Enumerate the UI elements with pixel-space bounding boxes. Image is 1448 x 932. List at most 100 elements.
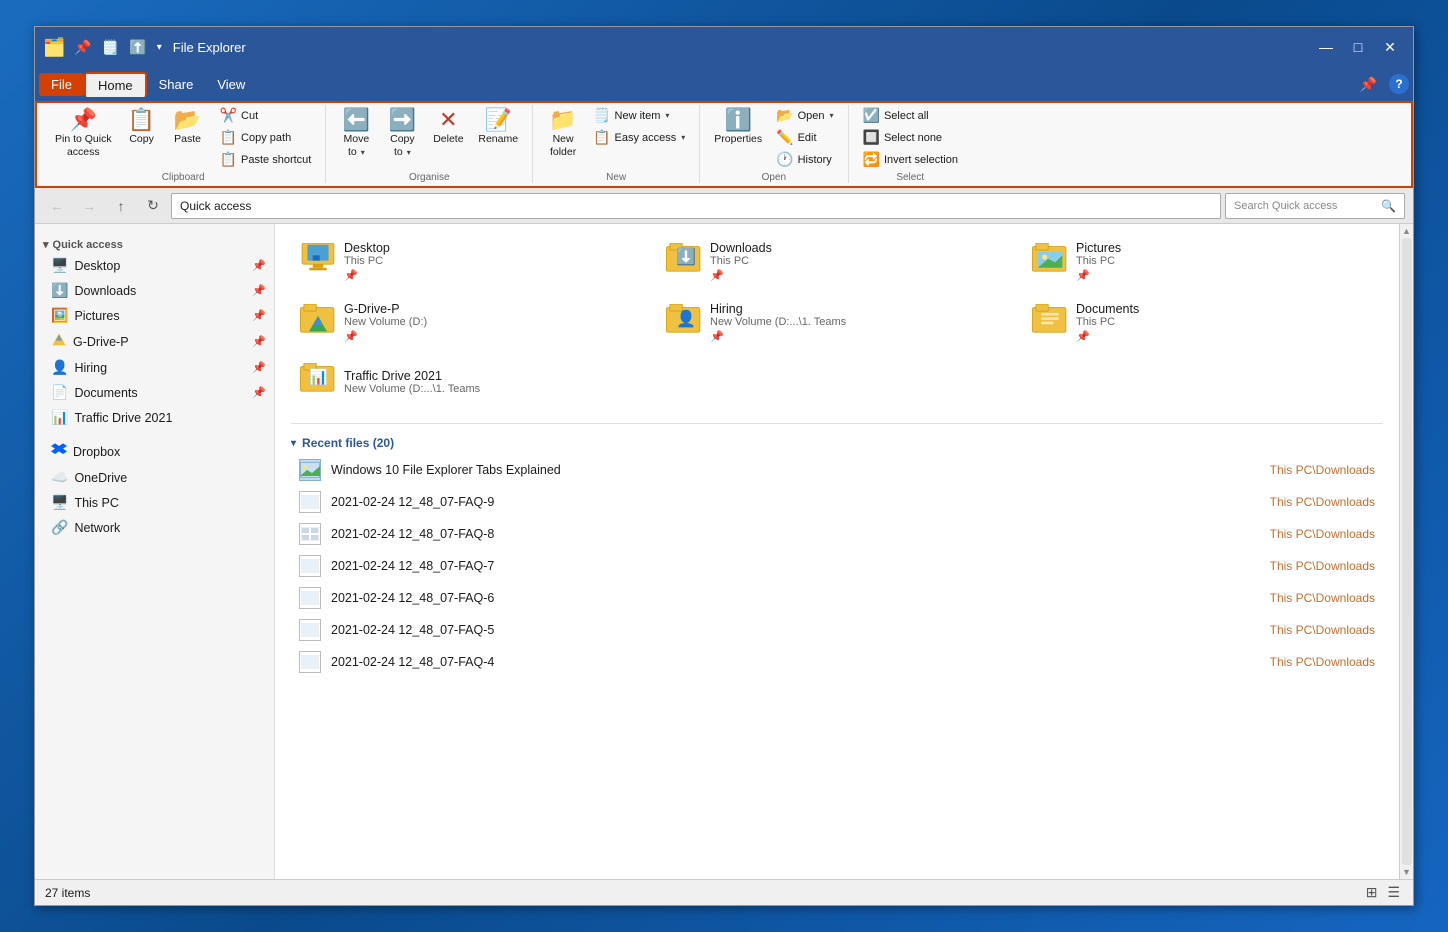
quick-access-header[interactable]: ▾ Quick access: [35, 230, 274, 253]
scrollbar[interactable]: ▲ ▼: [1399, 224, 1413, 879]
pinned-item-traffic-drive[interactable]: 📊 Traffic Drive 2021 New Volume (D:...\1…: [291, 356, 651, 407]
sidebar-item-thispc[interactable]: 🖥️ This PC: [35, 490, 274, 515]
pinned-item-gdrive[interactable]: G-Drive-P New Volume (D:) 📌: [291, 295, 651, 350]
pinned-downloads-name: Downloads: [710, 241, 1008, 255]
qat-pin-button[interactable]: 📌: [71, 37, 94, 58]
sidebar-item-gdrive[interactable]: G-Drive-P 📌: [35, 328, 274, 355]
pin-ribbon-button[interactable]: 📌: [1354, 73, 1383, 96]
cut-icon: ✂️: [220, 107, 237, 124]
paste-shortcut-button[interactable]: 📋 Paste shortcut: [214, 149, 318, 170]
address-bar[interactable]: Quick access: [171, 193, 1221, 219]
ribbon-new-section: 📁 Newfolder 🗒️ New item ▾ 📋 Easy access …: [533, 105, 700, 183]
pinned-desktop-info: Desktop This PC 📌: [344, 241, 642, 282]
menu-view[interactable]: View: [205, 73, 257, 96]
scroll-up-button[interactable]: ▲: [1402, 226, 1411, 236]
search-bar[interactable]: Search Quick access 🔍: [1225, 193, 1405, 219]
pinned-item-hiring[interactable]: 👤 Hiring New Volume (D:...\1. Teams 📌: [657, 295, 1017, 350]
invert-selection-button[interactable]: 🔁 Invert selection: [857, 149, 964, 170]
pinned-documents-path: This PC: [1076, 316, 1374, 328]
gdrive-icon: [51, 332, 67, 351]
quick-access-chevron: ▾: [43, 238, 49, 251]
copy-to-button[interactable]: ➡️ Copyto ▾: [380, 105, 424, 162]
pinned-downloads-icon: ⬇️: [666, 243, 702, 280]
select-none-button[interactable]: 🔲 Select none: [857, 127, 964, 148]
delete-button[interactable]: ✕ Delete: [426, 105, 470, 150]
menu-home[interactable]: Home: [84, 72, 147, 97]
pinned-item-desktop[interactable]: Desktop This PC 📌: [291, 234, 651, 289]
pinned-item-downloads[interactable]: ⬇️ Downloads This PC 📌: [657, 234, 1017, 289]
scroll-down-button[interactable]: ▼: [1402, 867, 1411, 877]
pinned-desktop-icon: [300, 243, 336, 280]
paste-button[interactable]: 📂 Paste: [166, 105, 210, 150]
pinned-pictures-name: Pictures: [1076, 241, 1374, 255]
pinned-pictures-pin: 📌: [1076, 269, 1374, 282]
sidebar-item-downloads[interactable]: ⬇️ Downloads 📌: [35, 278, 274, 303]
select-all-label: Select all: [884, 110, 929, 122]
recent-item-6[interactable]: 2021-02-24 12_48_07-FAQ-4 This PC\Downlo…: [291, 646, 1383, 678]
recent-item-1[interactable]: 2021-02-24 12_48_07-FAQ-9 This PC\Downlo…: [291, 486, 1383, 518]
pinned-item-documents[interactable]: Documents This PC 📌: [1023, 295, 1383, 350]
pinned-desktop-pin: 📌: [344, 269, 642, 282]
grid-view-button[interactable]: ⊞: [1363, 883, 1381, 902]
recent-item-2[interactable]: 2021-02-24 12_48_07-FAQ-8 This PC\Downlo…: [291, 518, 1383, 550]
easy-access-button[interactable]: 📋 Easy access ▾: [587, 127, 691, 148]
sidebar-item-pictures[interactable]: 🖼️ Pictures 📌: [35, 303, 274, 328]
pinned-gdrive-icon: [300, 304, 336, 341]
sidebar-item-hiring[interactable]: 👤 Hiring 📌: [35, 355, 274, 380]
maximize-button[interactable]: □: [1343, 33, 1373, 61]
up-button[interactable]: ↑: [107, 192, 135, 220]
sidebar-item-documents[interactable]: 📄 Documents 📌: [35, 380, 274, 405]
new-item-button[interactable]: 🗒️ New item ▾: [587, 105, 691, 126]
details-view-button[interactable]: ☰: [1384, 883, 1403, 902]
pinned-pictures-info: Pictures This PC 📌: [1076, 241, 1374, 282]
recent-item-4[interactable]: 2021-02-24 12_48_07-FAQ-6 This PC\Downlo…: [291, 582, 1383, 614]
pinned-item-pictures[interactable]: Pictures This PC 📌: [1023, 234, 1383, 289]
back-button[interactable]: ←: [43, 192, 71, 220]
ribbon-select-section: ☑️ Select all 🔲 Select none 🔁 Invert sel…: [849, 105, 972, 183]
cut-button[interactable]: ✂️ Cut: [214, 105, 318, 126]
select-all-icon: ☑️: [863, 107, 880, 124]
recent-files-header[interactable]: ▾ Recent files (20): [291, 432, 1383, 454]
new-folder-button[interactable]: 📁 Newfolder: [541, 105, 585, 162]
qat-undo-button[interactable]: 🗒️: [99, 37, 122, 58]
sidebar-item-network[interactable]: 🔗 Network: [35, 515, 274, 540]
rename-button[interactable]: 📝 Rename: [472, 105, 524, 150]
minimize-button[interactable]: —: [1311, 33, 1341, 61]
properties-button[interactable]: ℹ️ Properties: [708, 105, 768, 150]
copy-path-button[interactable]: 📋 Copy path: [214, 127, 318, 148]
recent-item-0[interactable]: Windows 10 File Explorer Tabs Explained …: [291, 454, 1383, 486]
recent-name-5: 2021-02-24 12_48_07-FAQ-5: [331, 623, 1260, 637]
recent-item-3[interactable]: 2021-02-24 12_48_07-FAQ-7 This PC\Downlo…: [291, 550, 1383, 582]
new-small-buttons: 🗒️ New item ▾ 📋 Easy access ▾: [587, 105, 691, 148]
history-button[interactable]: 🕐 History: [770, 149, 839, 170]
menu-share[interactable]: Share: [147, 73, 206, 96]
history-icon: 🕐: [776, 151, 793, 168]
sidebar-item-onedrive[interactable]: ☁️ OneDrive: [35, 465, 274, 490]
copy-button[interactable]: 📋 Copy: [120, 105, 164, 150]
sidebar-item-desktop[interactable]: 🖥️ Desktop 📌: [35, 253, 274, 278]
pin-to-quick-access-button[interactable]: 📌 Pin to Quickaccess: [49, 105, 118, 162]
item-count: 27 items: [45, 886, 90, 900]
help-button[interactable]: ?: [1389, 74, 1409, 94]
sidebar-item-traffic-drive[interactable]: 📊 Traffic Drive 2021: [35, 405, 274, 430]
titlebar: 🗂️ 📌 🗒️ ⬆️ ▾ File Explorer — □ ✕: [35, 27, 1413, 67]
edit-button[interactable]: ✏️ Edit: [770, 127, 839, 148]
open-button[interactable]: 📂 Open ▾: [770, 105, 839, 126]
recent-item-5[interactable]: 2021-02-24 12_48_07-FAQ-5 This PC\Downlo…: [291, 614, 1383, 646]
qat-dropdown-button[interactable]: ▾: [154, 40, 165, 55]
select-all-button[interactable]: ☑️ Select all: [857, 105, 964, 126]
refresh-button[interactable]: ↻: [139, 192, 167, 220]
move-to-button[interactable]: ⬅️ Moveto ▾: [334, 105, 378, 162]
close-button[interactable]: ✕: [1375, 33, 1405, 61]
menu-file[interactable]: File: [39, 73, 84, 96]
sidebar-item-gdrive-label: G-Drive-P: [73, 335, 129, 349]
paste-shortcut-label: Paste shortcut: [241, 154, 311, 166]
invert-selection-label: Invert selection: [884, 154, 958, 166]
pinned-pictures-path: This PC: [1076, 255, 1374, 267]
forward-button[interactable]: →: [75, 192, 103, 220]
pinned-hiring-info: Hiring New Volume (D:...\1. Teams 📌: [710, 302, 1008, 343]
qat-properties-button[interactable]: ⬆️: [126, 37, 149, 58]
sidebar-item-dropbox[interactable]: Dropbox: [35, 438, 274, 465]
quick-access-label: Quick access: [53, 239, 123, 251]
scroll-thumb[interactable]: [1402, 238, 1412, 865]
